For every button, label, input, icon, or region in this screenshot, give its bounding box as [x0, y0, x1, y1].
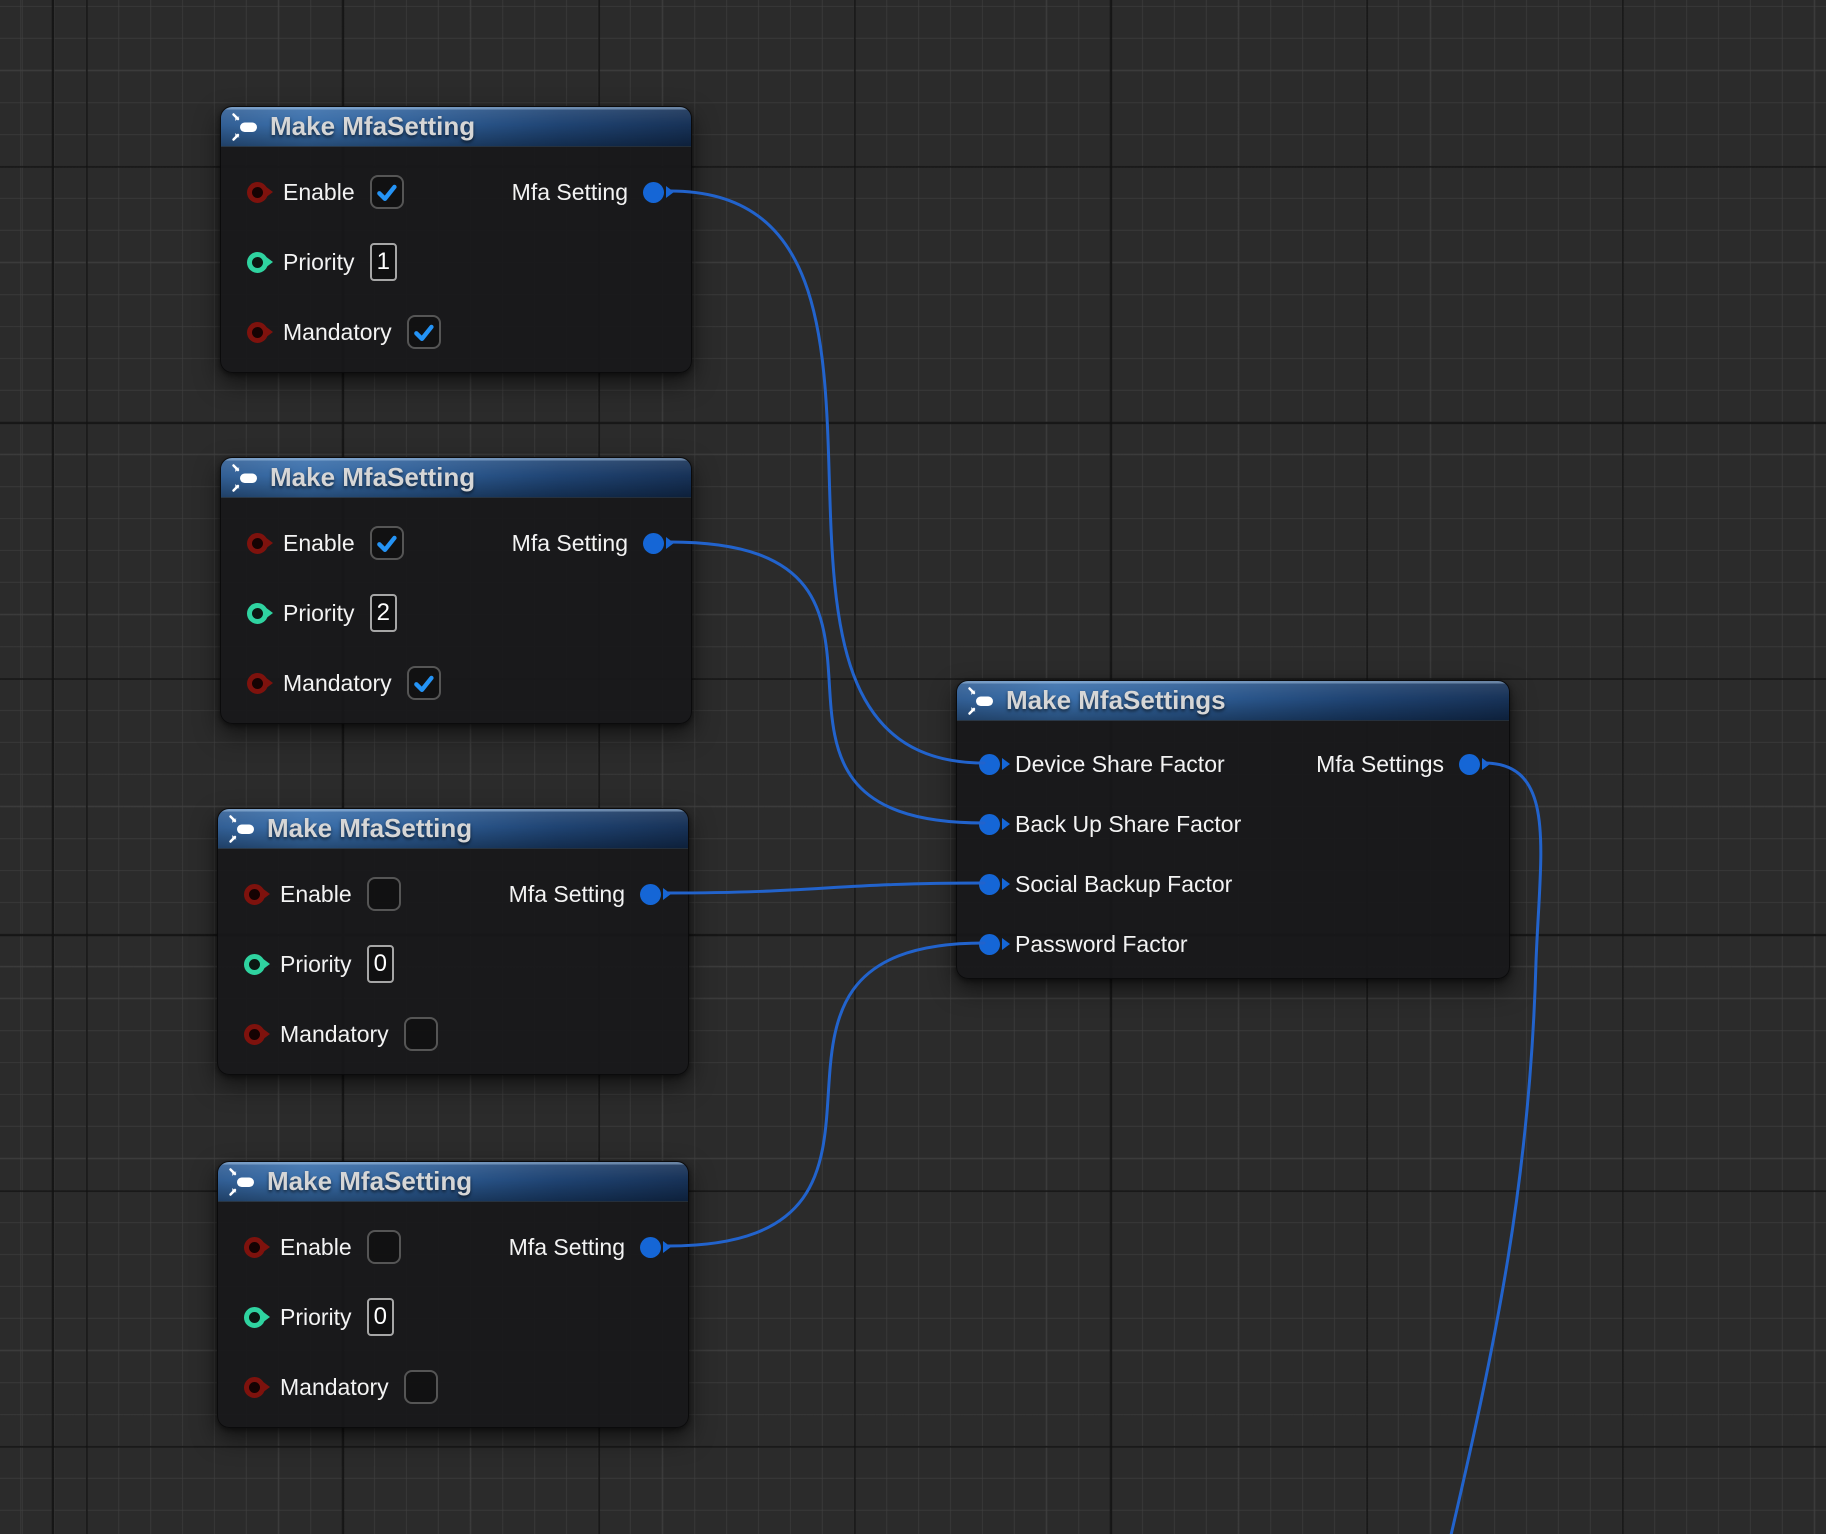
pin-row-enable: Enable: [247, 174, 404, 210]
enable-pin[interactable]: [247, 182, 268, 203]
enable-checkbox[interactable]: [370, 175, 404, 209]
device-share-factor-label: Device Share Factor: [1015, 751, 1225, 778]
enable-checkbox[interactable]: [367, 877, 401, 911]
pin-row-enable: Enable: [244, 1229, 401, 1265]
pin-row-mfa-setting-output: Mfa Setting: [512, 174, 664, 210]
wire-setting3-to-social-backup-factor[interactable]: [668, 883, 984, 893]
make-struct-icon: [228, 1167, 258, 1197]
back-up-share-factor-label: Back Up Share Factor: [1015, 811, 1241, 838]
pin-row-mfa-settings-output: Mfa Settings: [1316, 746, 1480, 782]
mfa-setting-output-label: Mfa Setting: [512, 530, 628, 557]
mfa-setting-output-label: Mfa Setting: [509, 1234, 625, 1261]
enable-pin[interactable]: [244, 884, 265, 905]
pin-row-mandatory: Mandatory: [247, 314, 441, 350]
mfa-setting-output-label: Mfa Setting: [509, 881, 625, 908]
pin-row-mandatory: Mandatory: [244, 1016, 438, 1052]
pin-row-priority: Priority 1: [247, 244, 397, 280]
mandatory-checkbox[interactable]: [407, 315, 441, 349]
blueprint-graph-canvas[interactable]: Make MfaSetting Enable Priority 1 Mandat…: [0, 0, 1826, 1534]
node-header[interactable]: Make MfaSetting: [221, 458, 691, 498]
priority-input[interactable]: 2: [370, 594, 397, 632]
priority-pin[interactable]: [247, 252, 268, 273]
make-struct-icon: [231, 463, 261, 493]
mandatory-pin[interactable]: [247, 322, 268, 343]
node-header[interactable]: Make MfaSettings: [957, 681, 1509, 721]
mfa-setting-output-pin[interactable]: [640, 884, 661, 905]
enable-pin[interactable]: [247, 533, 268, 554]
pin-row-enable: Enable: [247, 525, 404, 561]
node-make-mfasetting-4[interactable]: Make MfaSetting Enable Priority 0 Mandat…: [217, 1161, 689, 1428]
password-factor-label: Password Factor: [1015, 931, 1188, 958]
make-struct-icon: [967, 686, 997, 716]
make-struct-icon: [228, 814, 258, 844]
mandatory-label: Mandatory: [280, 1021, 389, 1048]
enable-checkbox[interactable]: [367, 1230, 401, 1264]
node-header[interactable]: Make MfaSetting: [218, 809, 688, 849]
pin-row-priority: Priority 0: [244, 1299, 394, 1335]
mandatory-pin[interactable]: [244, 1024, 265, 1045]
node-make-mfasetting-3[interactable]: Make MfaSetting Enable Priority 0 Mandat…: [217, 808, 689, 1075]
enable-label: Enable: [280, 881, 352, 908]
mandatory-checkbox[interactable]: [404, 1370, 438, 1404]
node-header[interactable]: Make MfaSetting: [218, 1162, 688, 1202]
node-make-mfasetting-1[interactable]: Make MfaSetting Enable Priority 1 Mandat…: [220, 106, 692, 373]
pin-row-social-backup-factor: Social Backup Factor: [979, 866, 1232, 902]
pin-row-priority: Priority 0: [244, 946, 394, 982]
node-title: Make MfaSettings: [1006, 685, 1226, 716]
node-header[interactable]: Make MfaSetting: [221, 107, 691, 147]
node-title: Make MfaSetting: [270, 111, 475, 142]
node-make-mfasetting-2[interactable]: Make MfaSetting Enable Priority 2 Mandat…: [220, 457, 692, 724]
mandatory-checkbox[interactable]: [404, 1017, 438, 1051]
priority-input[interactable]: 0: [367, 945, 394, 983]
priority-input[interactable]: 0: [367, 1298, 394, 1336]
priority-pin[interactable]: [244, 1307, 265, 1328]
mandatory-label: Mandatory: [283, 670, 392, 697]
mandatory-label: Mandatory: [280, 1374, 389, 1401]
wire-setting2-to-backup-share-factor[interactable]: [670, 542, 984, 823]
mandatory-label: Mandatory: [283, 319, 392, 346]
mfa-setting-output-pin[interactable]: [640, 1237, 661, 1258]
pin-row-priority: Priority 2: [247, 595, 397, 631]
pin-row-mfa-setting-output: Mfa Setting: [509, 1229, 661, 1265]
mfa-setting-output-label: Mfa Setting: [512, 179, 628, 206]
mandatory-checkbox[interactable]: [407, 666, 441, 700]
mfa-settings-output-label: Mfa Settings: [1316, 751, 1444, 778]
pin-row-mandatory: Mandatory: [247, 665, 441, 701]
priority-label: Priority: [280, 951, 352, 978]
wire-setting1-to-device-share-factor[interactable]: [670, 191, 984, 763]
mandatory-pin[interactable]: [247, 673, 268, 694]
priority-label: Priority: [283, 249, 355, 276]
node-title: Make MfaSetting: [270, 462, 475, 493]
mandatory-pin[interactable]: [244, 1377, 265, 1398]
pin-row-back-up-share-factor: Back Up Share Factor: [979, 806, 1241, 842]
enable-label: Enable: [280, 1234, 352, 1261]
enable-pin[interactable]: [244, 1237, 265, 1258]
priority-pin[interactable]: [247, 603, 268, 624]
mfa-settings-output-pin[interactable]: [1459, 754, 1480, 775]
enable-label: Enable: [283, 530, 355, 557]
node-title: Make MfaSetting: [267, 1166, 472, 1197]
mfa-setting-output-pin[interactable]: [643, 182, 664, 203]
mfa-setting-output-pin[interactable]: [643, 533, 664, 554]
pin-row-mfa-setting-output: Mfa Setting: [512, 525, 664, 561]
enable-label: Enable: [283, 179, 355, 206]
pin-row-device-share-factor: Device Share Factor: [979, 746, 1225, 782]
node-make-mfasettings[interactable]: Make MfaSettings Device Share Factor Bac…: [956, 680, 1510, 979]
priority-input[interactable]: 1: [370, 243, 397, 281]
pin-row-enable: Enable: [244, 876, 401, 912]
pin-row-mandatory: Mandatory: [244, 1369, 438, 1405]
make-struct-icon: [231, 112, 261, 142]
pin-row-password-factor: Password Factor: [979, 926, 1188, 962]
pin-row-mfa-setting-output: Mfa Setting: [509, 876, 661, 912]
priority-label: Priority: [283, 600, 355, 627]
enable-checkbox[interactable]: [370, 526, 404, 560]
priority-label: Priority: [280, 1304, 352, 1331]
wire-setting4-to-password-factor[interactable]: [668, 943, 984, 1246]
priority-pin[interactable]: [244, 954, 265, 975]
social-backup-factor-label: Social Backup Factor: [1015, 871, 1232, 898]
node-title: Make MfaSetting: [267, 813, 472, 844]
